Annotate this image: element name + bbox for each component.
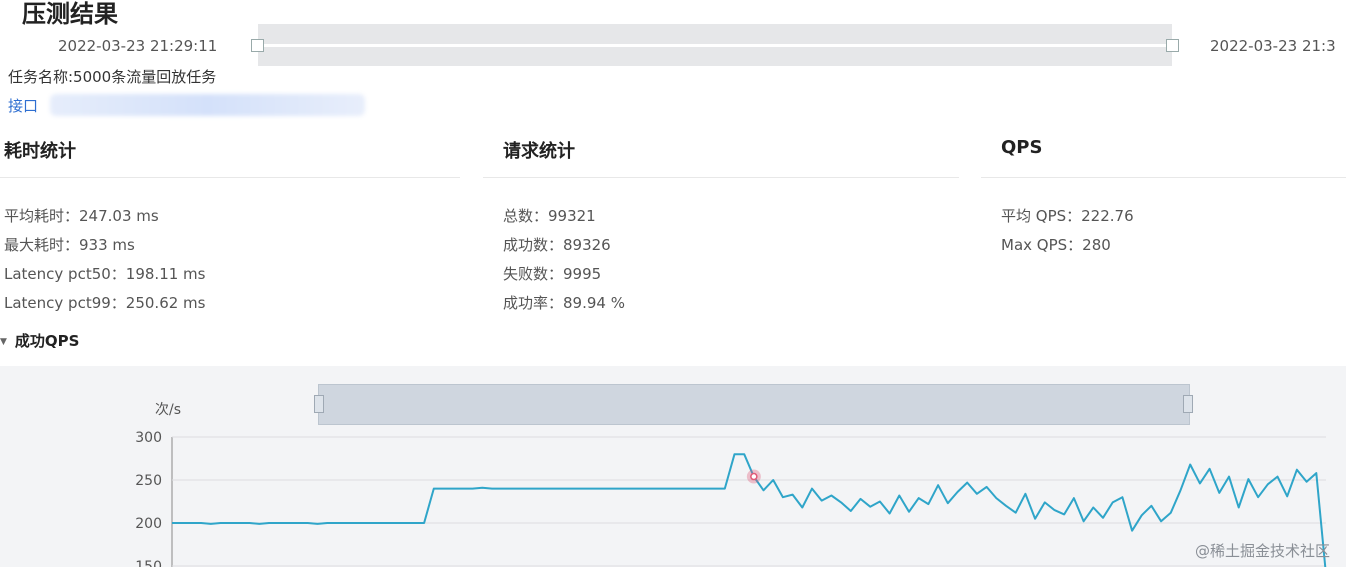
total-requests: 总数：99321 — [503, 207, 596, 225]
avg-qps: 平均 QPS：222.76 — [1001, 207, 1134, 225]
watermark: @稀土掘金技术社区 — [1194, 542, 1330, 560]
latency-pct50: Latency pct50：198.11 ms — [4, 265, 206, 283]
requests-divider — [483, 177, 959, 178]
qps-divider — [981, 177, 1346, 178]
success-qps-toggle[interactable]: ▼ 成功QPS — [0, 330, 79, 351]
triangle-down-icon: ▼ — [0, 337, 7, 347]
api-link[interactable]: 接口 — [8, 95, 38, 116]
latency-section-title: 耗时统计 — [4, 141, 76, 162]
latency-pct99: Latency pct99：250.62 ms — [4, 294, 206, 312]
failure-count: 失败数：9995 — [503, 265, 602, 283]
y-tick-label: 150 — [135, 559, 162, 567]
y-tick-label: 300 — [135, 430, 162, 446]
success-qps-label: 成功QPS — [14, 332, 80, 350]
qps-series-line — [172, 453, 1327, 567]
range-start-time: 2022-03-23 21:29:11 — [58, 37, 218, 55]
page-title: 压测结果 — [22, 0, 118, 28]
max-latency: 最大耗时：933 ms — [4, 236, 135, 254]
avg-latency: 平均耗时：247.03 ms — [4, 207, 159, 225]
latency-divider — [0, 177, 460, 178]
range-start-handle[interactable] — [251, 39, 264, 52]
y-axis-label: 次/s — [155, 402, 181, 418]
qps-line-chart: 次/s 150 200 250 300 — [135, 402, 1327, 567]
success-count: 成功数：89326 — [503, 236, 611, 254]
success-rate: 成功率：89.94 % — [503, 294, 625, 312]
redacted-api-url — [50, 94, 365, 116]
range-end-time: 2022-03-23 21:3 — [1210, 37, 1336, 55]
qps-section-title: QPS — [1001, 137, 1043, 158]
hover-marker[interactable] — [750, 472, 758, 481]
time-range-line — [258, 44, 1172, 47]
task-name: 任务名称:5000条流量回放任务 — [8, 68, 217, 86]
y-tick-label: 200 — [135, 516, 162, 532]
requests-section-title: 请求统计 — [503, 141, 575, 162]
range-end-handle[interactable] — [1166, 39, 1179, 52]
y-tick-label: 250 — [135, 473, 162, 489]
max-qps: Max QPS：280 — [1001, 236, 1111, 254]
